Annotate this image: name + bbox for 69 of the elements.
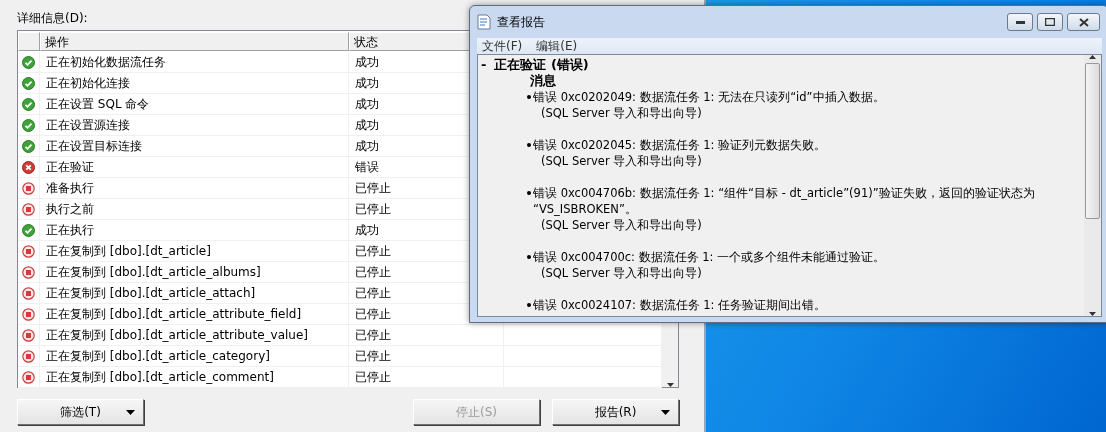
close-button[interactable] — [1067, 13, 1100, 31]
column-header[interactable] — [18, 32, 40, 51]
details-label: 详细信息(D): — [17, 10, 88, 27]
button[interactable]: 筛选(T) — [17, 399, 144, 425]
window-title: 查看报告 — [497, 13, 545, 31]
error-message: 错误 0xc004700c: 数据流任务 1: 一个或多个组件未能通过验证。 — [533, 249, 886, 265]
stop-icon — [22, 202, 35, 216]
scroll-down-icon[interactable] — [1089, 312, 1096, 316]
minimize-button[interactable] — [1007, 13, 1033, 31]
table-cell: 执行之前 — [40, 199, 349, 220]
stop-icon — [22, 349, 35, 363]
table-cell: 正在复制到 [dbo].[dt_article] — [40, 241, 349, 262]
table-cell: 正在复制到 [dbo].[dt_article_albums] — [40, 262, 349, 283]
message-source: (SQL Server 导入和导出向导) — [541, 217, 703, 233]
table-cell: 已停止 — [349, 346, 504, 367]
message-source: (SQL Server 导入和导出向导) — [541, 105, 703, 121]
stop-icon — [22, 286, 35, 300]
table-cell: 正在复制到 [dbo].[dt_article_comment] — [40, 367, 349, 388]
table-cell: 正在复制到 [dbo].[dt_article_category] — [40, 346, 349, 367]
scrollbar[interactable] — [1084, 55, 1101, 316]
message-source: (SQL Server 导入和导出向导) — [541, 265, 703, 281]
close-icon — [1078, 17, 1089, 27]
scroll-down-icon[interactable] — [666, 383, 674, 387]
error-message: 错误 0xc0202045: 数据流任务 1: 验证列元数据失败。 — [533, 137, 827, 153]
table-cell: 正在复制到 [dbo].[dt_article_attribute_value] — [40, 325, 349, 346]
messages-heading: 消息 — [530, 73, 557, 89]
stop-icon — [22, 370, 35, 384]
column-header[interactable]: 操作 — [40, 32, 349, 51]
table-cell: 正在复制到 [dbo].[dt_article_attribute_field] — [40, 304, 349, 325]
maximize-button[interactable] — [1037, 13, 1063, 31]
table-cell: 正在验证 — [40, 157, 349, 178]
check-icon — [22, 97, 35, 111]
table-cell: 正在复制到 [dbo].[dt_article_attach] — [40, 283, 349, 304]
check-icon — [22, 139, 35, 153]
stop-icon — [22, 265, 35, 279]
error-message: 错误 0xc004706b: 数据流任务 1: “组件“目标 - dt_article”(91)”验证失败，返回的验证状态为 — [533, 185, 1035, 201]
bullet-icon — [527, 255, 531, 259]
message-source: (SQL Server 导入和导出向导) — [541, 153, 703, 169]
menu-item[interactable]: 编辑(E) — [536, 38, 578, 54]
report-icon — [477, 14, 491, 30]
bullet-icon — [527, 303, 531, 307]
table-cell: 正在设置 SQL 命令 — [40, 94, 349, 115]
error-message: “VS_ISBROKEN”。 — [533, 201, 637, 217]
table-cell: 正在初始化数据流任务 — [40, 52, 349, 73]
maximize-icon — [1045, 18, 1055, 26]
error-message: 错误 0xc0024107: 数据流任务 1: 任务验证期间出错。 — [533, 297, 827, 313]
table-cell: 已停止 — [349, 325, 504, 346]
collapse-toggle[interactable]: - — [481, 57, 487, 73]
bullet-icon — [527, 95, 531, 99]
stop-icon — [22, 307, 35, 321]
table-cell: 正在设置源连接 — [40, 115, 349, 136]
table-cell: 正在执行 — [40, 220, 349, 241]
stop-icon — [22, 244, 35, 258]
check-icon — [22, 76, 35, 90]
error-message: 错误 0xc0202049: 数据流任务 1: 无法在只读列“id”中插入数据。 — [533, 89, 885, 105]
button[interactable]: 报告(R) — [552, 399, 679, 425]
table-cell: 准备执行 — [40, 178, 349, 199]
table-cell: 已停止 — [349, 367, 504, 388]
check-icon — [22, 223, 35, 237]
bullet-icon — [527, 143, 531, 147]
check-icon — [22, 118, 35, 132]
stop-icon — [22, 328, 35, 342]
stop-icon — [22, 181, 35, 195]
error-icon — [22, 160, 35, 174]
bullet-icon — [527, 191, 531, 195]
table-cell: 正在设置目标连接 — [40, 136, 349, 157]
check-icon — [22, 55, 35, 69]
minimize-icon — [1015, 20, 1025, 24]
table-cell: 正在初始化连接 — [40, 73, 349, 94]
